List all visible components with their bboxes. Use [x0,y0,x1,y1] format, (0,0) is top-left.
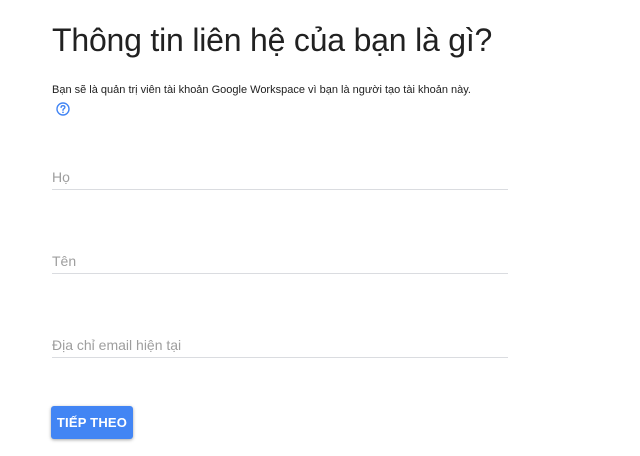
email-field[interactable] [52,332,508,358]
help-circle-icon[interactable] [56,102,70,116]
contact-info-page: Thông tin liên hệ của bạn là gì? Bạn sẽ … [0,0,640,456]
first-name-field[interactable] [52,248,508,274]
last-name-field[interactable] [52,164,508,190]
page-subtitle: Bạn sẽ là quản trị viên tài khoản Google… [52,84,471,96]
next-button[interactable]: TIẾP THEO [51,406,133,439]
page-title: Thông tin liên hệ của bạn là gì? [52,22,493,58]
